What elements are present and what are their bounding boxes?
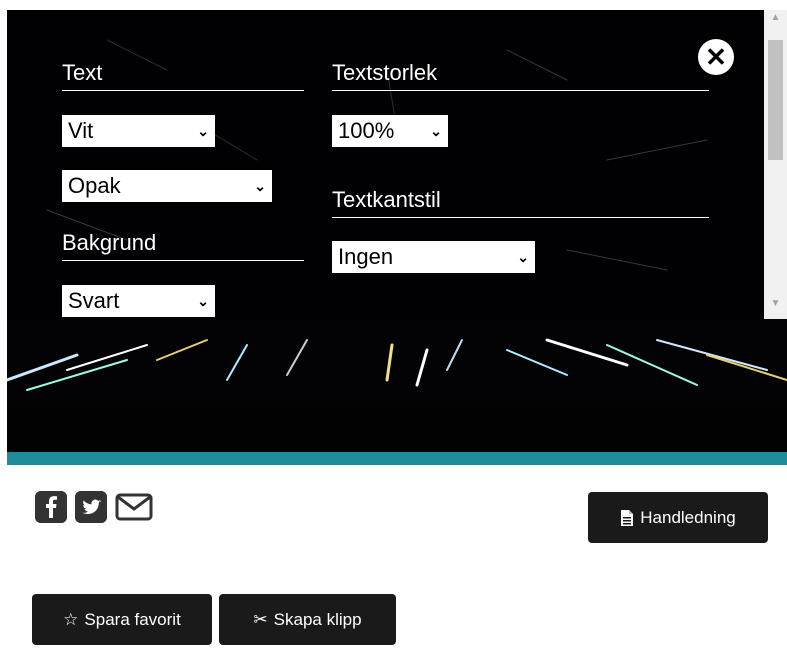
chevron-down-icon: ⌄	[197, 292, 209, 309]
share-icons	[35, 491, 153, 523]
guide-button[interactable]: Handledning	[588, 492, 768, 543]
twitter-icon[interactable]	[75, 491, 107, 523]
text-size-select[interactable]: 100% ⌄	[332, 115, 448, 147]
text-heading: Text	[62, 60, 304, 91]
guide-label: Handledning	[640, 507, 736, 527]
background-color-value: Svart	[68, 288, 120, 313]
scroll-down-arrow-icon[interactable]: ▼	[764, 298, 787, 315]
scroll-up-arrow-icon[interactable]: ▲	[764, 12, 787, 29]
create-clip-button[interactable]: ✂ Skapa klipp	[219, 594, 396, 645]
facebook-icon[interactable]	[35, 491, 67, 523]
mail-icon[interactable]	[115, 491, 153, 523]
video-bottom-band	[7, 408, 787, 453]
create-clip-label: Skapa klipp	[273, 609, 362, 629]
edge-style-select[interactable]: Ingen ⌄	[332, 241, 535, 273]
background-heading: Bakgrund	[62, 230, 304, 261]
scissors-icon: ✂	[253, 609, 268, 629]
edge-style-heading: Textkantstil	[332, 187, 709, 218]
chevron-down-icon: ⌄	[517, 248, 529, 265]
scroll-thumb[interactable]	[768, 40, 783, 160]
close-button[interactable]: ✕	[698, 39, 734, 75]
edge-style-value: Ingen	[338, 244, 394, 269]
save-favorite-button[interactable]: ☆ Spara favorit	[32, 594, 212, 645]
star-icon: ☆	[63, 609, 79, 629]
text-opacity-select[interactable]: Opak ⌄	[62, 170, 272, 202]
document-icon	[621, 509, 634, 526]
text-color-select[interactable]: Vit ⌄	[62, 115, 215, 147]
caption-settings-panel: Text Vit ⌄ Opak ⌄ Bakgrund Svart ⌄ Texts…	[7, 10, 764, 319]
close-icon: ✕	[705, 41, 727, 72]
save-favorite-label: Spara favorit	[84, 609, 181, 629]
text-size-value: 100%	[338, 118, 395, 143]
text-opacity-value: Opak	[68, 173, 121, 198]
text-color-value: Vit	[68, 118, 94, 143]
chevron-down-icon: ⌄	[430, 122, 442, 139]
chevron-down-icon: ⌄	[254, 177, 266, 194]
chevron-down-icon: ⌄	[197, 122, 209, 139]
text-size-heading: Textstorlek	[332, 60, 709, 91]
background-color-select[interactable]: Svart ⌄	[62, 285, 215, 317]
player-accent-bar	[7, 452, 787, 465]
caption-panel-scrollbar[interactable]: ▲ ▼	[764, 10, 787, 319]
